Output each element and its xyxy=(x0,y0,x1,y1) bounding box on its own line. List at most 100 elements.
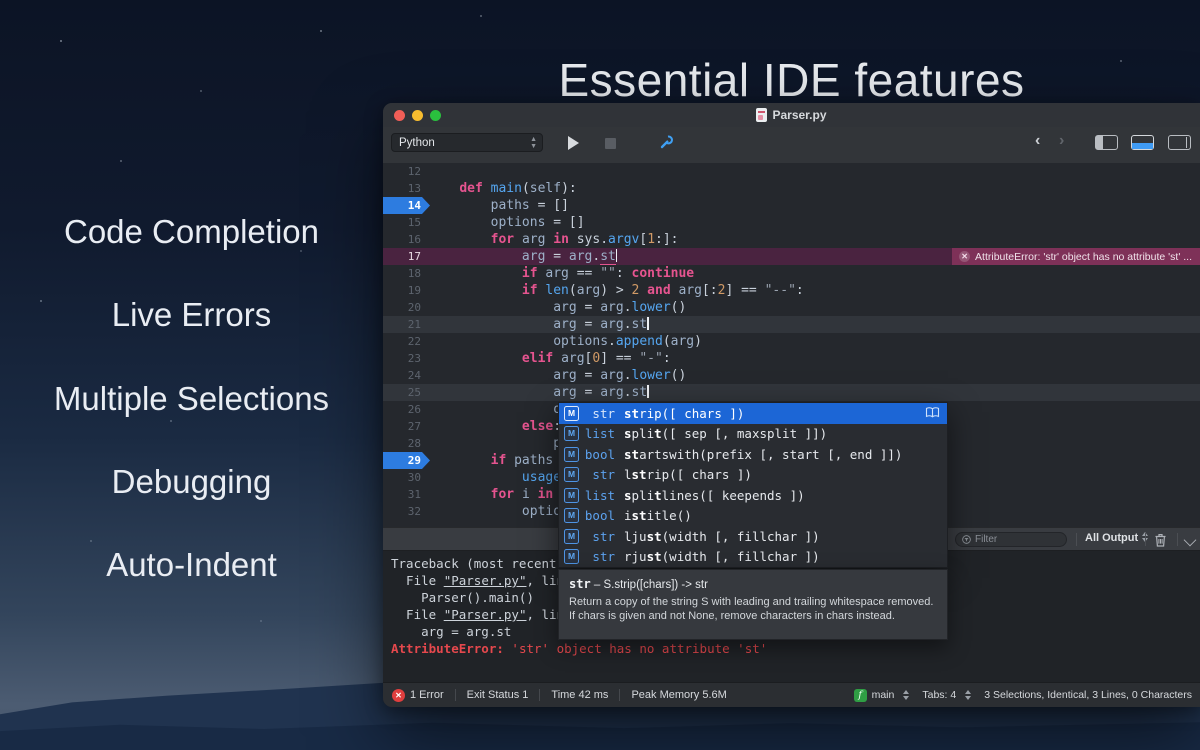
code-token: if xyxy=(521,266,538,281)
code-token: . xyxy=(608,334,616,349)
line-number[interactable]: 21 xyxy=(383,316,421,333)
code-line-15[interactable]: 15 options = [] xyxy=(383,214,1200,231)
line-number[interactable]: 28 xyxy=(383,435,421,452)
run-button[interactable] xyxy=(568,136,579,150)
console-line: File "Parser.py", lin xyxy=(391,607,565,622)
output-select[interactable]: All Output xyxy=(1085,532,1149,544)
code-line-19[interactable]: 19 if len(arg) > 2 and arg[:2] == "--": xyxy=(383,282,1200,299)
code-line-21[interactable]: 21 arg = arg.st xyxy=(383,316,1200,333)
code-token: for xyxy=(490,487,515,502)
view-bottom-panel-icon[interactable] xyxy=(1131,135,1154,150)
forward-button[interactable]: › xyxy=(1059,133,1064,149)
line-number[interactable]: 31 xyxy=(383,486,421,503)
status-item[interactable]: ✕ 1 Error xyxy=(392,688,444,702)
stop-button[interactable] xyxy=(605,138,616,149)
line-number[interactable]: 29 xyxy=(383,452,421,469)
headline: Essential IDE features xyxy=(558,53,1025,106)
code-token: usage xyxy=(521,470,562,485)
line-number[interactable]: 20 xyxy=(383,299,421,316)
completion-item[interactable]: Mstr ljust(width [, fillchar ]) xyxy=(559,526,947,547)
code-line-23[interactable]: 23 elif arg[0] == "-": xyxy=(383,350,1200,367)
line-number[interactable]: 25 xyxy=(383,384,421,401)
inline-error-badge[interactable]: ✕ AttributeError: 'str' object has no att… xyxy=(952,248,1200,265)
status-item[interactable]: Time 42 ms xyxy=(551,689,608,701)
autocomplete-popup[interactable]: Mstr strip([ chars ]) Mlist split([ sep [, … xyxy=(558,402,948,568)
code-token: arg xyxy=(678,283,702,298)
file-link[interactable]: "Parser.py" xyxy=(444,573,527,588)
status-item-text: Exit Status 1 xyxy=(466,689,529,701)
line-number[interactable]: 18 xyxy=(383,265,421,282)
code-token: lower xyxy=(631,368,671,383)
divider xyxy=(1177,533,1178,546)
code-token: . xyxy=(623,317,632,332)
code-line-12[interactable]: 12 xyxy=(383,163,1200,180)
status-item[interactable]: Exit Status 1 xyxy=(467,689,529,701)
line-number[interactable]: 14 xyxy=(383,197,421,214)
line-number[interactable]: 27 xyxy=(383,418,421,435)
doc-book-icon[interactable] xyxy=(925,406,940,421)
completion-item[interactable]: Mstr strip([ chars ]) xyxy=(559,403,947,424)
line-number[interactable]: 12 xyxy=(383,163,421,180)
line-number[interactable]: 13 xyxy=(383,180,421,197)
code-text: arg = arg.lower() xyxy=(428,367,686,384)
language-select[interactable]: Python ▲ ▼ xyxy=(391,133,543,152)
code-token: = [] xyxy=(545,215,585,230)
line-number[interactable]: 26 xyxy=(383,401,421,418)
code-token: ( xyxy=(568,283,577,298)
filter-input[interactable]: Filter xyxy=(955,532,1067,547)
code-line-17[interactable]: 17 arg = arg.st ✕ AttributeError: 'str' ob… xyxy=(383,248,1200,265)
completion-item[interactable]: Mstr rjust(width [, fillchar ]) xyxy=(559,547,947,568)
completion-item[interactable]: Mlist splitlines([ keepends ]) xyxy=(559,485,947,506)
view-right-panel-icon[interactable] xyxy=(1168,135,1191,150)
code-token: def xyxy=(459,181,483,196)
file-link[interactable]: "Parser.py" xyxy=(444,607,527,622)
code-line-16[interactable]: 16 for arg in sys.argv[1:]: xyxy=(383,231,1200,248)
line-number[interactable]: 23 xyxy=(383,350,421,367)
window-titlebar[interactable]: Parser.py xyxy=(383,103,1200,127)
line-number[interactable]: 32 xyxy=(383,503,421,520)
status-bar: ✕ 1 Error Exit Status 1 Time 42 ms Peak Memo… xyxy=(383,682,1200,707)
line-number[interactable]: 24 xyxy=(383,367,421,384)
status-item[interactable]: 3 Selections, Identical, 3 Lines, 0 Char… xyxy=(984,689,1192,701)
code-text: for i in xyxy=(428,486,561,503)
code-line-25[interactable]: 25 arg = arg.st xyxy=(383,384,1200,401)
divider xyxy=(539,689,541,701)
status-item[interactable]: f main xyxy=(853,688,910,702)
code-line-18[interactable]: 18 if arg == "": continue xyxy=(383,265,1200,282)
back-button[interactable]: ‹ xyxy=(1035,133,1040,149)
run-settings-button[interactable] xyxy=(659,134,675,150)
code-line-24[interactable]: 24 arg = arg.lower() xyxy=(383,367,1200,384)
code-text: if len(arg) > 2 and arg[:2] == "--": xyxy=(428,282,804,299)
code-token: arg xyxy=(568,249,593,264)
status-item[interactable]: Tabs: 4 xyxy=(922,689,972,701)
code-line-14[interactable]: 14 paths = [] xyxy=(383,197,1200,214)
view-left-panel-icon[interactable] xyxy=(1095,135,1118,150)
code-line-20[interactable]: 20 arg = arg.lower() xyxy=(383,299,1200,316)
code-token: arg xyxy=(521,249,546,264)
chevron-down-icon[interactable] xyxy=(1183,533,1197,547)
completion-item[interactable]: Mlist split([ sep [, maxsplit ]]) xyxy=(559,424,947,445)
code-line-22[interactable]: 22 options.append(arg) xyxy=(383,333,1200,350)
line-number[interactable]: 19 xyxy=(383,282,421,299)
trash-icon[interactable] xyxy=(1153,532,1168,548)
line-number[interactable]: 17 xyxy=(383,248,421,265)
code-line-13[interactable]: 13 def main(self): xyxy=(383,180,1200,197)
code-token: and xyxy=(647,283,671,298)
line-number[interactable]: 15 xyxy=(383,214,421,231)
text-caret xyxy=(647,385,649,398)
line-number[interactable]: 22 xyxy=(383,333,421,350)
code-token: 1 xyxy=(647,232,656,247)
completion-item[interactable]: Mbool startswith(prefix [, start [, end ]… xyxy=(559,444,947,465)
completion-item[interactable]: Mstr lstrip([ chars ]) xyxy=(559,465,947,486)
divider xyxy=(1145,533,1146,546)
code-token: continue xyxy=(631,266,695,281)
status-item[interactable]: Peak Memory 5.6M xyxy=(631,689,726,701)
line-number[interactable]: 16 xyxy=(383,231,421,248)
completion-item[interactable]: Mbool istitle() xyxy=(559,506,947,527)
line-number[interactable]: 30 xyxy=(383,469,421,486)
code-token: elif xyxy=(521,351,554,366)
